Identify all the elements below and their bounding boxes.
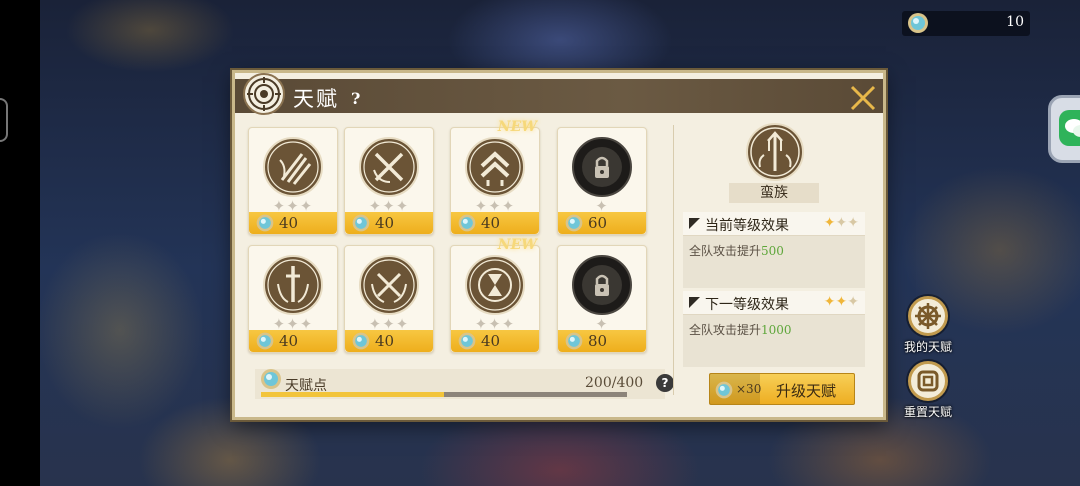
my-talents-label: 我的天赋 [903,340,952,354]
sword-wings-icon [262,254,324,316]
screen-edge [0,0,40,486]
talent-card[interactable]: ✦ 60 [557,127,647,235]
hourglass-icon [464,254,526,316]
title-help-button[interactable]: ? [351,89,360,108]
talent-cost-value: 40 [375,214,395,232]
gem-count: 10 [1006,14,1024,30]
gem-counter: 10 [902,11,1030,36]
next-effect-header: 下一等级效果 ✦✦✦ [683,291,865,315]
locked-talent-icon [571,254,633,316]
talent-emblem-icon [243,73,285,115]
selected-talent-name: 蛮族 [729,183,819,203]
talent-cost: 60 [558,212,646,234]
gem-icon [350,213,372,237]
talent-cost: 40 [249,212,337,234]
talent-cost-value: 80 [588,332,608,350]
talent-points-track [261,392,627,397]
chat-button[interactable] [1048,95,1080,163]
current-effect-prefix: 全队攻击提升 [689,244,762,258]
talent-cost-value: 40 [481,214,501,232]
next-effect-text: 全队攻击提升1000 [689,321,792,338]
upgrade-cost: ×30 [710,374,762,404]
locked-talent-icon [571,136,633,198]
talent-card[interactable]: ✦✦✦ 40 NEW [450,119,540,235]
new-badge: NEW [497,119,537,135]
corner-marker-icon [689,218,700,229]
star-icon: ✦ [847,294,859,310]
gem-icon [908,13,928,33]
talent-cost-value: 40 [279,332,299,350]
current-effect-box: 当前等级效果 ✦✦✦ 全队攻击提升500 [683,212,865,288]
talent-card[interactable]: ✦✦✦ 40 NEW [450,237,540,353]
chat-icon [1059,110,1080,146]
close-icon [850,85,876,111]
chevron-rank-icon [464,136,526,198]
talent-cost: 40 [451,330,539,352]
next-effect-box: 下一等级效果 ✦✦✦ 全队攻击提升1000 [683,291,865,367]
current-effect-stars: ✦✦✦ [824,215,859,231]
talent-cost-value: 40 [481,332,501,350]
talent-point-gem-icon [261,369,281,389]
current-effect-text: 全队攻击提升500 [689,242,784,259]
talent-dialog: 天赋 ? ✦✦✦ 40 ✦✦✦ 40 ✦✦✦ 40 NEW ✦ 60 ✦✦✦ 40 ✦✦✦ 40 ✦✦✦ 4… [232,70,886,420]
talent-cost-value: 40 [375,332,395,350]
star-icon: ✦ [835,294,848,310]
talent-card[interactable]: ✦✦✦ 40 [344,245,434,353]
gem-icon [456,331,478,355]
current-effect-value: 500 [761,244,784,258]
upgrade-cost-value: ×30 [736,382,762,396]
talent-card[interactable]: ✦ 80 [557,245,647,353]
claw-slash-icon [262,136,324,198]
crossed-swords-icon [358,136,420,198]
reset-talents-label: 重置天赋 [903,405,952,419]
reset-talents-button[interactable]: 重置天赋 [900,361,956,420]
selected-talent-icon [744,121,806,183]
gem-icon [254,331,276,355]
current-effect-title: 当前等级效果 [705,218,789,234]
talent-points-help-button[interactable]: ? [656,374,674,392]
crossed-swords-wings-icon [358,254,420,316]
next-effect-prefix: 全队攻击提升 [689,323,762,337]
dialog-title: 天赋 [293,87,339,111]
talent-card[interactable]: ✦✦✦ 40 [344,127,434,235]
dialog-title-bar: 天赋 ? [235,73,883,115]
talent-cost: 80 [558,330,646,352]
gem-icon [350,331,372,355]
close-button[interactable] [847,83,879,113]
next-effect-value: 1000 [761,323,792,337]
next-effect-stars: ✦✦✦ [824,294,859,310]
panel-divider [673,125,674,395]
talent-card[interactable]: ✦✦✦ 40 [248,245,338,353]
upgrade-talent-button[interactable]: ×30 升级天赋 [709,373,855,405]
star-icon: ✦ [847,215,859,231]
talent-cost: 40 [345,212,433,234]
talent-points-fill [261,392,444,397]
gem-icon [254,213,276,237]
talent-cost: 40 [249,330,337,352]
talent-cost-value: 40 [279,214,299,232]
gem-icon [563,331,585,355]
new-badge: NEW [497,237,537,253]
talent-card[interactable]: ✦✦✦ 40 [248,127,338,235]
talent-cost: 40 [451,212,539,234]
gem-icon [715,381,733,399]
reset-icon [908,361,948,401]
talent-points-value: 200/400 [585,375,644,391]
talent-cost: 40 [345,330,433,352]
gem-icon [563,213,585,237]
side-handle[interactable] [0,98,8,142]
next-effect-title: 下一等级效果 [705,297,789,313]
my-talents-button[interactable]: 我的天赋 [900,296,956,355]
star-icon: ✦ [823,215,836,231]
current-effect-header: 当前等级效果 ✦✦✦ [683,212,865,236]
talent-cost-value: 60 [588,214,608,232]
upgrade-talent-label: 升级天赋 [776,382,837,400]
gem-icon [456,213,478,237]
ship-wheel-icon [908,296,948,336]
star-icon: ✦ [823,294,836,310]
corner-marker-icon [689,297,700,308]
star-icon: ✦ [835,215,848,231]
